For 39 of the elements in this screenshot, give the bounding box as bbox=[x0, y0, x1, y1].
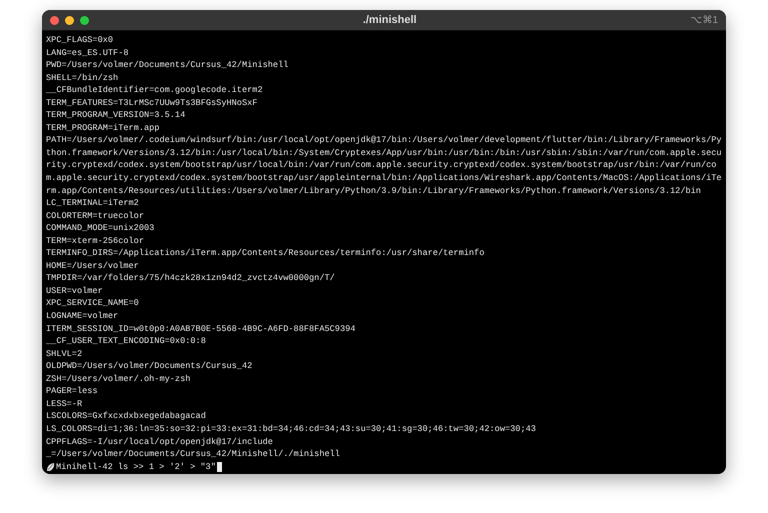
terminal-line: LESS=-R bbox=[46, 398, 84, 410]
terminal-line: LC_TERMINAL=iTerm2 bbox=[46, 197, 140, 210]
terminal-line: LSCOLORS=Gxfxcxdxbxegedabagacad bbox=[46, 410, 207, 423]
text-cursor bbox=[216, 462, 222, 472]
command-text: ls >> 1 > '2' > "3" bbox=[118, 460, 216, 474]
terminal-line: TERM=xterm-256color bbox=[46, 234, 145, 248]
terminal-line: COMMAND_MODE=unix2003 bbox=[46, 222, 156, 235]
terminal-line: SHELL=/bin/zsh bbox=[46, 72, 120, 84]
terminal-line: LANG=es_ES.UTF-8 bbox=[46, 46, 130, 60]
minimize-button[interactable] bbox=[65, 16, 74, 24]
terminal-line: TERM_FEATURES=T3LrMSc7UUw9Ts3BFGsSyHNoSxF bbox=[46, 96, 258, 110]
terminal-line: HOME=/Users/volmer bbox=[46, 260, 140, 272]
terminal-line: SHLVL=2 bbox=[46, 348, 84, 360]
terminal-line: LOGNAME=volmer bbox=[46, 310, 120, 323]
terminal-line: XPC_SERVICE_NAME=0 bbox=[46, 297, 140, 310]
terminal-line: TERMINFO_DIRS=/Applications/iTerm.app/Contents/Resources/terminfo:/usr/share/terminfo bbox=[46, 247, 486, 260]
terminal-line: TERM_PROGRAM=iTerm.app bbox=[46, 122, 160, 134]
terminal-line: _=/Users/volmer/Documents/Cursus_42/Minishell/./minishell bbox=[46, 448, 341, 461]
zoom-button[interactable] bbox=[80, 16, 89, 24]
terminal-line: TMPDIR=/var/folders/75/h4czk28x1zn94d2_zvctz4vw0000gn/T/ bbox=[46, 272, 336, 285]
prompt-name: Minihell-42 bbox=[56, 460, 113, 474]
shortcut-label: ⌥⌘1 bbox=[690, 14, 718, 26]
terminal-line: __CFBundleIdentifier=com.googlecode.iterm2 bbox=[46, 84, 264, 97]
terminal-line: PAGER=less bbox=[46, 385, 99, 398]
window-title: ./minishell bbox=[362, 14, 418, 26]
terminal-line: XPC_FLAGS=0x0 bbox=[46, 34, 114, 47]
terminal-line: PATH=/Users/volmer/.codeium/windsurf/bin:/usr/local/opt/openjdk@17/bin:/Users/volmer/development/flutter/bin:/Library/Frameworks/Python.framework/Versions/3.12/bin:/usr/local/bin:/System/Cryptexes/App/usr/bin:/usr/bin:/bin:/usr/sbin:/sbin:/var/run/com.apple.security.cryptexd/codex.system/bootstrap/usr/local/bin:/var/run/com.apple.security.cryptexd/codex.system/bootstrap/usr/bin:/var/run/com.apple.security.cryptexd/codex.system/bootstrap/usr/appleinternal/bin:/Applications/Wireshark.app/Contents/MacOS:/Applications/iTerm.app/Contents/Resources/utilities:/Users/volmer/Library/Python/3.9/bin:/Library/Frameworks/Python.framework/Versions/3.12/bin bbox=[46, 134, 723, 198]
close-button[interactable] bbox=[50, 16, 59, 24]
terminal-line: __CF_USER_TEXT_ENCODING=0x0:0:8 bbox=[46, 335, 207, 348]
terminal-line: CPPFLAGS=-I/usr/local/opt/openjdk@17/include bbox=[46, 436, 274, 448]
terminal-line: TERM_PROGRAM_VERSION=3.5.14 bbox=[46, 109, 186, 122]
terminal-line: COLORTERM=truecolor bbox=[46, 210, 145, 222]
terminal-line: ITERM_SESSION_ID=w0t0p0:A0AB7B0E-5568-4B9C-A6FD-88F8FA5C9394 bbox=[46, 322, 356, 336]
terminal-line: ZSH=/Users/volmer/.oh-my-zsh bbox=[46, 372, 192, 386]
terminal-line: OLDPWD=/Users/volmer/Documents/Cursus_42 bbox=[46, 360, 254, 373]
terminal-line: USER=volmer bbox=[46, 284, 104, 298]
terminal-line: LS_COLORS=di=1;36:ln=35:so=32:pi=33:ex=31:bd=34;46:cd=34;43:su=30;41:sg=30;46:tw=30;42:ow=30;43 bbox=[46, 422, 537, 436]
terminal-line: PWD=/Users/volmer/Documents/Cursus_42/Minishell bbox=[46, 59, 290, 72]
shell-icon bbox=[46, 462, 56, 472]
